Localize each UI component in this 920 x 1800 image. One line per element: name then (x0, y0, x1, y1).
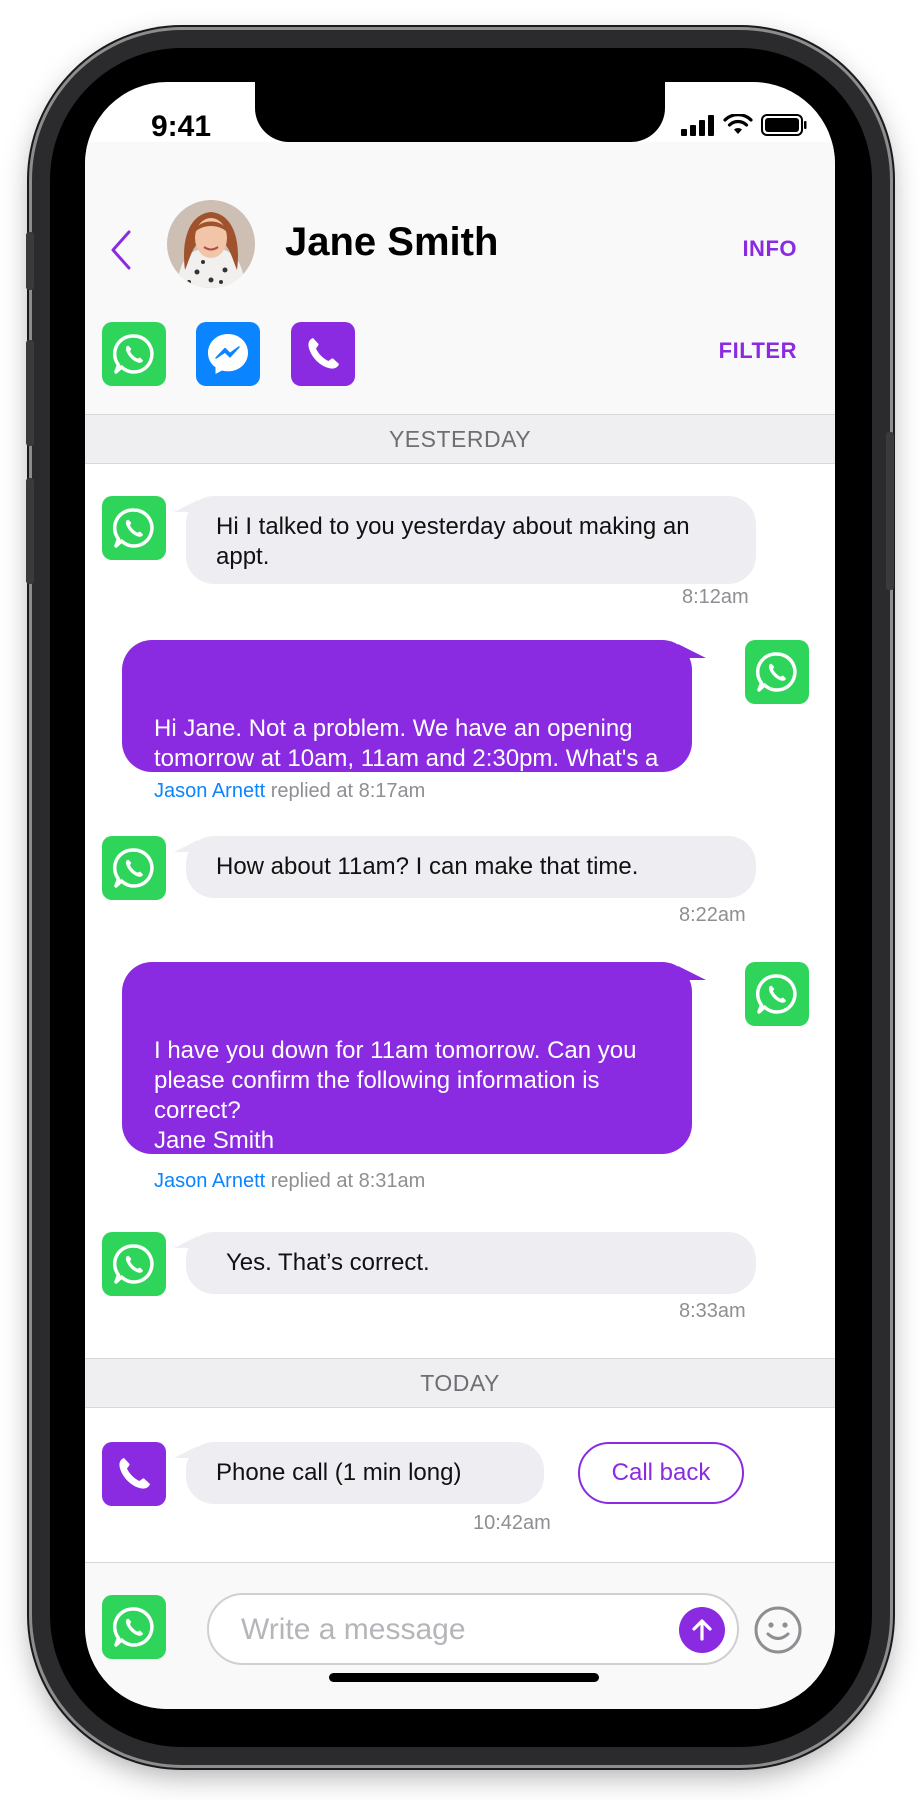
phone-call-bubble[interactable]: Phone call (1 min long) (174, 1442, 544, 1504)
message-input[interactable] (239, 1607, 643, 1653)
message-channel-whatsapp-icon (745, 962, 809, 1026)
message-channel-whatsapp-icon (102, 836, 166, 900)
battery-icon (761, 114, 807, 136)
contact-name: Jane Smith (285, 220, 499, 264)
message-input-container (207, 1593, 739, 1665)
message-timestamp: 8:12am (682, 586, 749, 608)
reply-meta: Jason Arnett replied at 8:31am (154, 1170, 425, 1193)
message-timestamp: 8:22am (679, 904, 746, 926)
phone-icon (308, 338, 339, 369)
bubble-tail (174, 500, 198, 512)
incoming-message-bubble[interactable]: Yes. That’s correct. (174, 1232, 756, 1294)
reply-time: replied at 8:17am (270, 780, 426, 802)
wifi-icon (723, 114, 753, 134)
call-text: Phone call (1 min long) (216, 1459, 462, 1486)
phone-screen: 9:41 Jane Smith INFO FILTER YESTERDAY Hi… (85, 82, 835, 1709)
whatsapp-icon (113, 334, 154, 374)
reply-time: replied at 8:31am (270, 1170, 426, 1192)
date-divider-yesterday: YESTERDAY (85, 414, 835, 464)
arrow-up-icon (692, 1619, 712, 1641)
home-indicator (329, 1673, 599, 1682)
outgoing-message-bubble[interactable]: Hi Jane. Not a problem. We have an openi… (122, 640, 706, 802)
channel-phone-button[interactable] (291, 322, 355, 386)
call-channel-phone-icon (102, 1442, 166, 1506)
incoming-message-bubble[interactable]: Hi I talked to you yesterday about makin… (174, 496, 756, 584)
send-button[interactable] (679, 1607, 725, 1653)
emoji-icon[interactable] (753, 1605, 803, 1655)
bubble-tail (174, 1446, 198, 1458)
whatsapp-icon (113, 1607, 154, 1647)
message-text: Hi I talked to you yesterday about makin… (216, 513, 690, 570)
reply-meta: Jason Arnett replied at 8:17am (154, 780, 425, 803)
message-text: Yes. That’s correct. (226, 1249, 430, 1276)
messenger-icon (208, 334, 248, 374)
incoming-message-bubble[interactable]: How about 11am? I can make that time. (174, 836, 756, 898)
composer-channel-whatsapp-button[interactable] (102, 1595, 166, 1659)
outgoing-message-bubble[interactable]: I have you down for 11am tomorrow. Can y… (122, 962, 706, 1184)
side-button-power (886, 432, 894, 590)
message-channel-whatsapp-icon (745, 640, 809, 704)
channel-messenger-button[interactable] (196, 322, 260, 386)
message-composer (85, 1562, 835, 1709)
bubble-tail (678, 644, 706, 658)
side-button-silent (26, 232, 34, 290)
agent-name-link[interactable]: Jason Arnett (154, 1170, 265, 1192)
agent-name-link[interactable]: Jason Arnett (154, 780, 265, 802)
filter-button[interactable]: FILTER (719, 338, 797, 364)
bubble-tail (678, 966, 706, 980)
side-button-volume-down (26, 478, 34, 584)
message-text: How about 11am? I can make that time. (216, 853, 639, 880)
info-button[interactable]: INFO (742, 236, 797, 262)
date-divider-today: TODAY (85, 1358, 835, 1408)
status-time: 9:41 (151, 110, 212, 143)
message-channel-whatsapp-icon (102, 496, 166, 560)
signal-icon (681, 115, 714, 136)
message-timestamp: 8:33am (679, 1300, 746, 1322)
bubble-tail (174, 1236, 198, 1248)
message-text: I have you down for 11am tomorrow. Can y… (154, 1037, 637, 1184)
message-channel-whatsapp-icon (102, 1232, 166, 1296)
status-icons (681, 114, 807, 136)
channel-whatsapp-button[interactable] (102, 322, 166, 386)
back-chevron-icon[interactable] (109, 230, 133, 270)
side-button-volume-up (26, 340, 34, 446)
call-timestamp: 10:42am (473, 1512, 551, 1534)
call-back-button[interactable]: Call back (578, 1442, 744, 1504)
bubble-tail (174, 840, 198, 852)
notch (255, 82, 665, 142)
avatar[interactable] (167, 200, 255, 288)
